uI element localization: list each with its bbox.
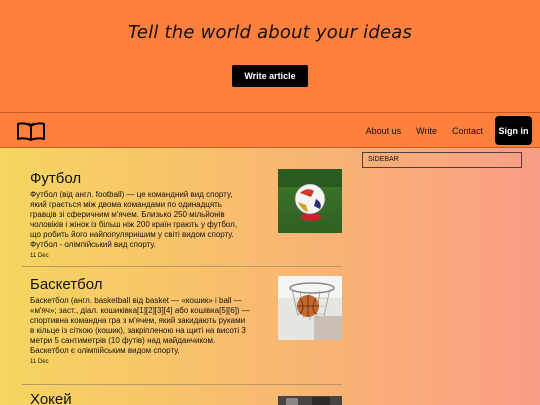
article-title[interactable]: Хокей xyxy=(30,391,250,405)
hero-banner: Tell the world about your ideas Write ar… xyxy=(0,0,540,112)
article-card[interactable]: Хокей xyxy=(30,391,250,405)
article-divider xyxy=(22,266,342,267)
nav-link-write[interactable]: Write xyxy=(416,126,437,136)
basketball-hoop-image[interactable] xyxy=(278,276,342,340)
article-title[interactable]: Баскетбол xyxy=(30,276,250,293)
soccer-ball-image[interactable] xyxy=(278,169,342,233)
nav-links: About us Write Contact Sign in xyxy=(351,116,532,145)
article-date: 11 Dec xyxy=(30,359,49,365)
sidebar: SIDEBAR xyxy=(362,152,522,168)
nav-link-about-us[interactable]: About us xyxy=(366,126,402,136)
open-book-icon[interactable] xyxy=(16,121,46,141)
main-content: SIDEBAR Футбол Футбол (від англ. footbal… xyxy=(0,148,540,405)
write-article-button[interactable]: Write article xyxy=(232,65,308,87)
article-card[interactable]: Футбол Футбол (від англ. football) — це … xyxy=(30,170,250,259)
article-date: 11 Dec xyxy=(30,253,49,259)
sign-in-button[interactable]: Sign in xyxy=(495,116,532,145)
article-text: Баскетбол (англ. basketball від basket —… xyxy=(30,296,250,355)
article-card[interactable]: Баскетбол Баскетбол (англ. basketball ві… xyxy=(30,276,250,365)
article-text: Футбол (від англ. football) — це командн… xyxy=(30,190,238,249)
article-title[interactable]: Футбол xyxy=(30,170,250,187)
hockey-image[interactable] xyxy=(278,394,342,405)
top-navbar: About us Write Contact Sign in xyxy=(0,112,540,148)
nav-link-contact[interactable]: Contact xyxy=(452,126,483,136)
hero-title: Tell the world about your ideas xyxy=(127,22,413,43)
article-divider xyxy=(22,384,342,385)
